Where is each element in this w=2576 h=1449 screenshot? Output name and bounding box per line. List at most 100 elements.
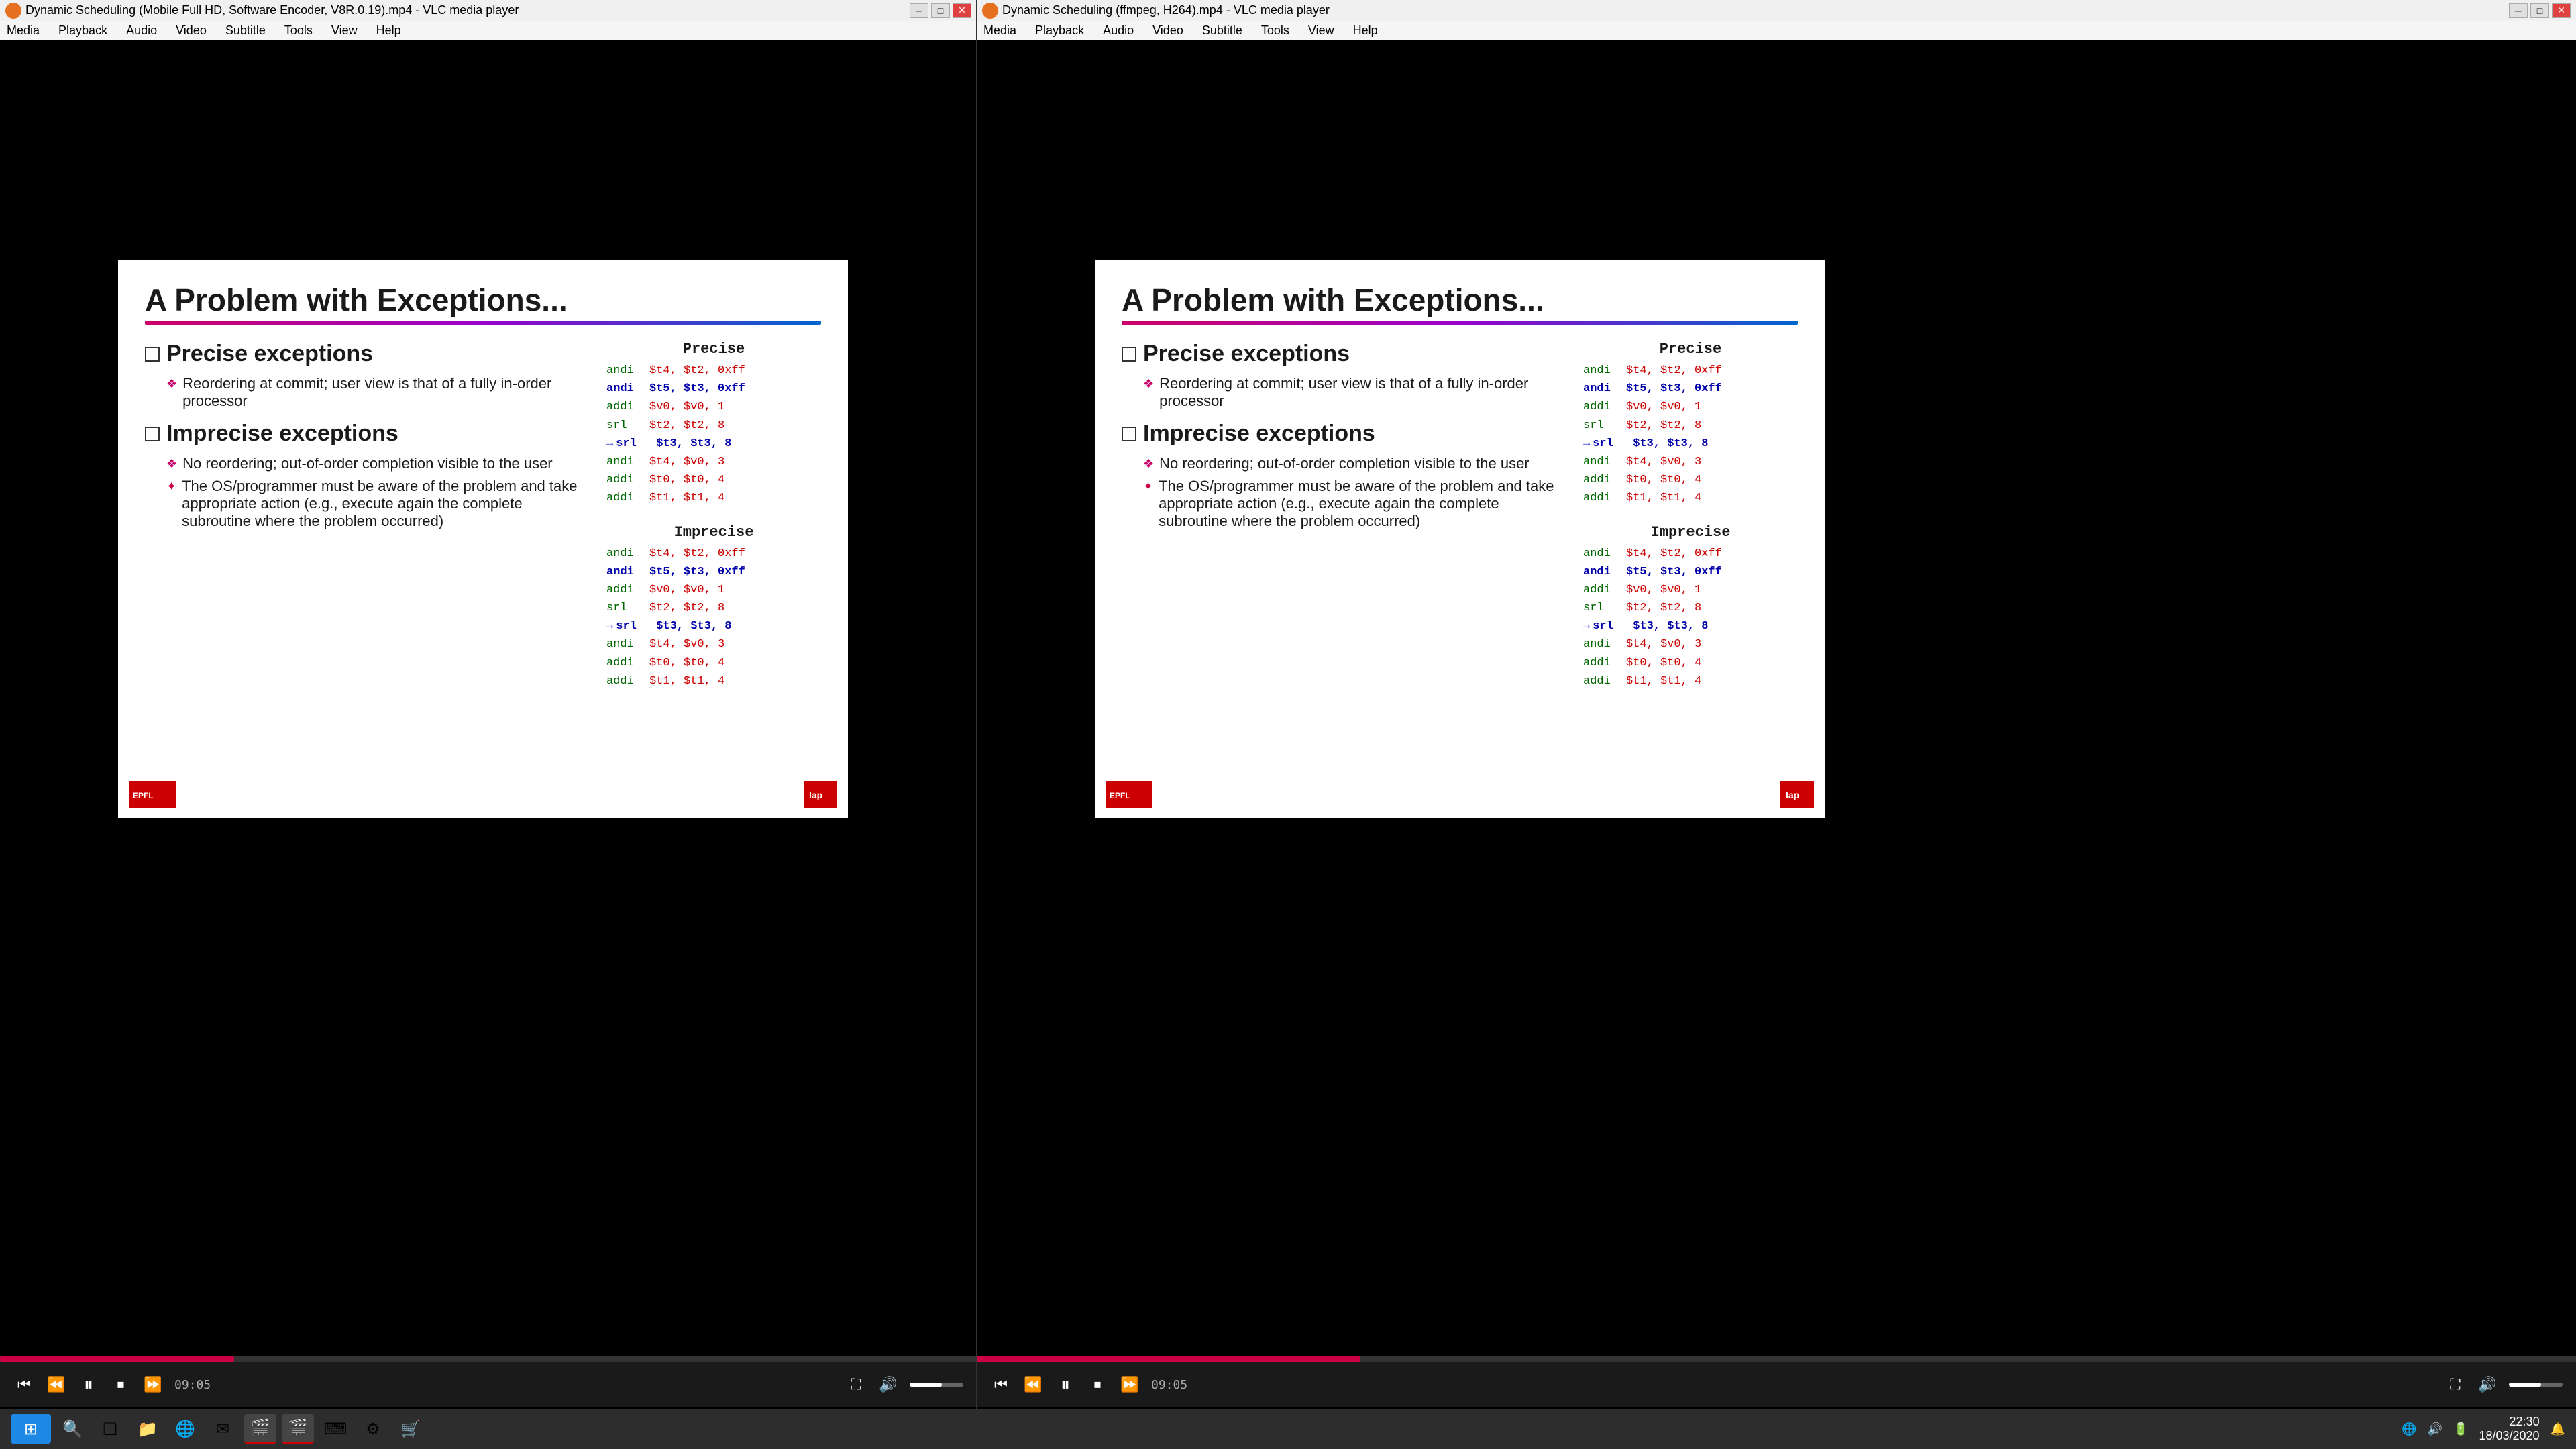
- precise-checkbox-left: [145, 347, 160, 362]
- progress-track-left[interactable]: [0, 1356, 977, 1362]
- menu-audio-left[interactable]: Audio: [122, 22, 161, 39]
- imprecise-bullet-2-left: ✦ The OS/programmer must be aware of the…: [166, 478, 590, 530]
- slide-code-col-right: Precise andi $t4, $t2, 0xff andi $t5, $t…: [1583, 341, 1798, 690]
- maximize-btn-left[interactable]: □: [931, 3, 950, 18]
- code-row-rp1: andi $t4, $t2, 0xff: [1583, 362, 1798, 380]
- code-row-i3: addi $v0, $v0, 1: [606, 581, 821, 599]
- taskbar-right-area: 🌐 🔊 🔋 22:30 18/03/2020 🔔: [2402, 1415, 2565, 1443]
- start-button[interactable]: ⊞: [11, 1414, 51, 1444]
- menu-view-right[interactable]: View: [1304, 22, 1338, 39]
- window-title-right: Dynamic Scheduling (ffmpeg, H264).mp4 - …: [1002, 3, 2509, 17]
- minimize-btn-left[interactable]: ─: [910, 3, 928, 18]
- code-row-p3: addi $v0, $v0, 1: [606, 398, 821, 416]
- video-area-left: A Problem with Exceptions... Precise exc…: [0, 40, 977, 1033]
- progress-fill-right: [977, 1356, 1360, 1362]
- maximize-btn-right[interactable]: □: [2530, 3, 2549, 18]
- menubar-left: Media Playback Audio Video Subtitle Tool…: [0, 21, 977, 40]
- volume-taskbar-icon[interactable]: 🔊: [2428, 1422, 2443, 1436]
- terminal-icon[interactable]: ⌨: [319, 1414, 352, 1444]
- play-btn-left[interactable]: ⏮: [13, 1374, 35, 1395]
- precise-code-label-right: Precise: [1583, 341, 1798, 358]
- minimize-btn-right[interactable]: ─: [2509, 3, 2528, 18]
- play-btn-right[interactable]: ⏮: [990, 1374, 1012, 1395]
- settings-icon[interactable]: ⚙: [357, 1414, 389, 1444]
- slide-body-right: Precise exceptions ❖ Reordering at commi…: [1122, 341, 1798, 690]
- battery-icon: 🔋: [2453, 1422, 2468, 1436]
- code-row-ri1: andi $t4, $t2, 0xff: [1583, 545, 1798, 563]
- titlebar-left: Dynamic Scheduling (Mobile Full HD, Soft…: [0, 0, 977, 21]
- slide-right: A Problem with Exceptions... Precise exc…: [1095, 260, 1825, 818]
- diamond-icon-2-left: ❖: [166, 457, 177, 471]
- menu-tools-right[interactable]: Tools: [1257, 22, 1293, 39]
- stop-btn-right[interactable]: ⏹: [1087, 1374, 1108, 1395]
- slide-left-col-right: Precise exceptions ❖ Reordering at commi…: [1122, 341, 1567, 690]
- close-btn-right[interactable]: ✕: [2552, 3, 2571, 18]
- prev-btn-right[interactable]: ⏪: [1022, 1374, 1044, 1395]
- code-row-i7: addi $t0, $t0, 4: [606, 654, 821, 672]
- volume-slider-left[interactable]: [910, 1383, 963, 1387]
- precise-title-right: Precise exceptions: [1143, 341, 1350, 367]
- svg-text:EPFL: EPFL: [133, 791, 154, 800]
- notification-icon[interactable]: 🔔: [2551, 1422, 2565, 1436]
- menu-playback-right[interactable]: Playback: [1031, 22, 1088, 39]
- code-row-rp4: srl $t2, $t2, 8: [1583, 417, 1798, 435]
- menu-subtitle-right[interactable]: Subtitle: [1198, 22, 1246, 39]
- code-row-ri3: addi $v0, $v0, 1: [1583, 581, 1798, 599]
- player-controls-right: ⏮ ⏪ ⏸ ⏹ ⏩ 09:05 ⛶ 🔊: [977, 1362, 2576, 1407]
- fullscreen-btn-left[interactable]: ⛶: [845, 1374, 867, 1395]
- slide-footer-left: EPFL lap: [129, 781, 837, 808]
- file-explorer-icon[interactable]: 📁: [131, 1414, 164, 1444]
- search-taskbar-icon[interactable]: 🔍: [56, 1414, 89, 1444]
- vlc-icon-right: [982, 3, 998, 19]
- prev-btn-left[interactable]: ⏪: [46, 1374, 67, 1395]
- code-row-p6: andi $t4, $v0, 3: [606, 453, 821, 471]
- slide-content-left: A Problem with Exceptions... Precise exc…: [118, 260, 848, 818]
- menu-audio-right[interactable]: Audio: [1099, 22, 1138, 39]
- imprecise-header-right: Imprecise exceptions: [1122, 421, 1567, 447]
- imprecise-bullet-text-2-right: The OS/programmer must be aware of the p…: [1159, 478, 1567, 530]
- volume-slider-right[interactable]: [2509, 1383, 2563, 1387]
- menu-media-right[interactable]: Media: [979, 22, 1020, 39]
- pause-btn-right[interactable]: ⏸: [1055, 1374, 1076, 1395]
- store-icon[interactable]: 🛒: [394, 1414, 427, 1444]
- precise-bullets-right: ❖ Reordering at commit; user view is tha…: [1143, 375, 1567, 410]
- time-clock: 22:30: [2479, 1415, 2539, 1429]
- lap-logo-right: lap: [1780, 781, 1814, 808]
- slide-title-bar-left: [145, 321, 821, 325]
- browser-icon[interactable]: 🌐: [169, 1414, 201, 1444]
- code-row-rp7: addi $t0, $t0, 4: [1583, 471, 1798, 489]
- volume-icon-right[interactable]: 🔊: [2477, 1374, 2498, 1395]
- progress-track-right[interactable]: [977, 1356, 2576, 1362]
- precise-bullet-text-1-right: Reordering at commit; user view is that …: [1159, 375, 1567, 410]
- imprecise-bullet-1-right: ❖ No reordering; out-of-order completion…: [1143, 455, 1567, 472]
- slide-code-col-left: Precise andi $t4, $t2, 0xff andi $t5, $t…: [606, 341, 821, 690]
- precise-code-table-right: andi $t4, $t2, 0xff andi $t5, $t3, 0xff …: [1583, 362, 1798, 508]
- pause-btn-left[interactable]: ⏸: [78, 1374, 99, 1395]
- next-btn-right[interactable]: ⏩: [1119, 1374, 1140, 1395]
- menu-subtitle-left[interactable]: Subtitle: [221, 22, 270, 39]
- media-player-icon-1[interactable]: 🎬: [244, 1414, 276, 1444]
- media-player-icon-2[interactable]: 🎬: [282, 1414, 314, 1444]
- menu-video-right[interactable]: Video: [1148, 22, 1187, 39]
- code-row-rp5: → srl $t3, $t3, 8: [1583, 435, 1798, 453]
- stop-btn-left[interactable]: ⏹: [110, 1374, 131, 1395]
- menu-playback-left[interactable]: Playback: [54, 22, 111, 39]
- menu-tools-left[interactable]: Tools: [280, 22, 317, 39]
- imprecise-bullet-text-2-left: The OS/programmer must be aware of the p…: [182, 478, 590, 530]
- next-btn-left[interactable]: ⏩: [142, 1374, 164, 1395]
- imprecise-checkbox-left: [145, 427, 160, 441]
- menu-media-left[interactable]: Media: [3, 22, 44, 39]
- mail-icon[interactable]: ✉: [207, 1414, 239, 1444]
- volume-icon-left[interactable]: 🔊: [877, 1374, 899, 1395]
- task-view-icon[interactable]: ❑: [94, 1414, 126, 1444]
- window-controls-left[interactable]: ─ □ ✕: [910, 3, 971, 18]
- close-btn-left[interactable]: ✕: [953, 3, 971, 18]
- imprecise-bullet-2-right: ✦ The OS/programmer must be aware of the…: [1143, 478, 1567, 530]
- menu-view-left[interactable]: View: [327, 22, 362, 39]
- code-row-ri8: addi $t1, $t1, 4: [1583, 672, 1798, 690]
- fullscreen-btn-right[interactable]: ⛶: [2445, 1374, 2466, 1395]
- window-controls-right[interactable]: ─ □ ✕: [2509, 3, 2571, 18]
- menu-help-left[interactable]: Help: [372, 22, 405, 39]
- menu-video-left[interactable]: Video: [172, 22, 211, 39]
- menu-help-right[interactable]: Help: [1349, 22, 1382, 39]
